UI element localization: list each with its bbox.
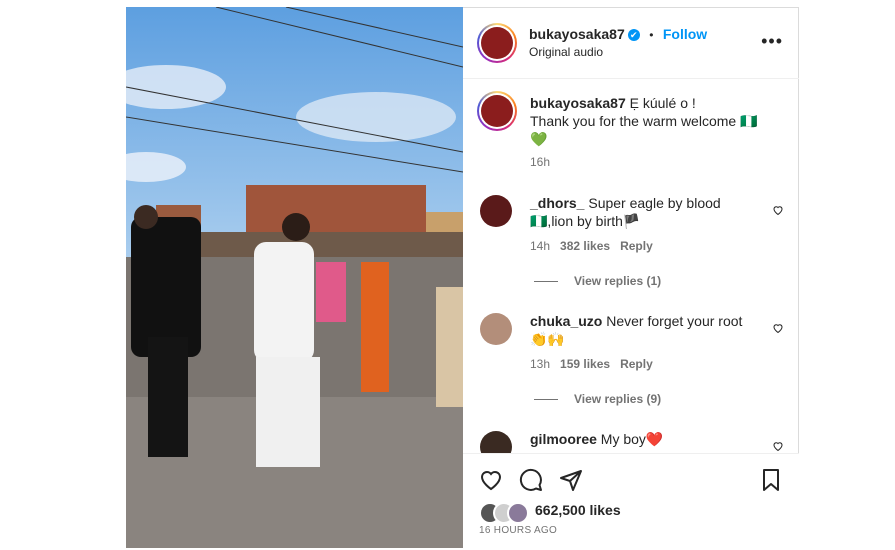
comment-likes[interactable]: 159 likes xyxy=(560,357,610,371)
caption-line-3: 💚 xyxy=(530,131,548,147)
post-actions-bar: 662,500 likes 16 HOURS AGO xyxy=(463,453,799,550)
comment-text: Never forget your root xyxy=(606,313,743,329)
likes-count[interactable]: 662,500 likes xyxy=(535,502,621,518)
comment-like-heart-icon[interactable] xyxy=(772,322,784,334)
caption-username[interactable]: bukayosaka87 xyxy=(530,95,626,111)
view-replies-button[interactable]: View replies (9) xyxy=(534,392,661,406)
view-replies-button[interactable]: View replies (1) xyxy=(534,274,661,288)
view-replies-label: View replies (1) xyxy=(574,274,662,288)
audio-label[interactable]: Original audio xyxy=(529,45,603,59)
comment-line-2: 🇳🇬,lion by birth🏴 xyxy=(530,213,641,229)
comment-meta: 14h 382 likes Reply xyxy=(530,239,653,253)
reply-button[interactable]: Reply xyxy=(620,357,653,371)
caption-time: 16h xyxy=(530,155,551,169)
caption-line-1: bukayosaka87 Ẹ kúulé o ! xyxy=(530,94,696,112)
view-replies-label: View replies (9) xyxy=(574,392,662,406)
comment-line-1: chuka_uzo Never forget your root xyxy=(530,312,742,330)
post-time-ago: 16 HOURS AGO xyxy=(479,525,558,536)
comment-text: Super eagle by blood xyxy=(588,195,721,211)
comment-time: 13h xyxy=(530,357,551,371)
comment-username[interactable]: _dhors_ xyxy=(530,195,584,211)
like-heart-icon[interactable] xyxy=(479,468,503,492)
comment-like-heart-icon[interactable] xyxy=(772,204,784,216)
comment-username[interactable]: chuka_uzo xyxy=(530,313,602,329)
post-details-panel: bukayosaka87 ✔ • Follow Original audio ••… xyxy=(463,7,799,550)
dot-separator: • xyxy=(649,28,654,42)
caption-text: Ẹ kúulé o ! xyxy=(629,95,696,111)
comment-line-1: _dhors_ Super eagle by blood xyxy=(530,194,721,212)
save-bookmark-icon[interactable] xyxy=(759,468,783,492)
liker-avatar[interactable] xyxy=(507,502,529,524)
video-frame-image xyxy=(126,7,463,548)
caption-line-2: Thank you for the warm welcome 🇳🇬 xyxy=(530,113,758,129)
comment-meta: 13h 159 likes Reply xyxy=(530,357,653,371)
author-avatar[interactable] xyxy=(477,23,517,63)
comment-avatar[interactable] xyxy=(480,195,512,227)
comment-line-2: 👏🙌 xyxy=(530,331,565,347)
share-send-icon[interactable] xyxy=(559,468,583,492)
post-header: bukayosaka87 ✔ • Follow Original audio ••… xyxy=(463,8,799,79)
post-video[interactable] xyxy=(126,7,463,548)
comment-likes[interactable]: 382 likes xyxy=(560,239,610,253)
comment-username[interactable]: gilmooree xyxy=(530,431,597,447)
follow-button[interactable]: Follow xyxy=(663,26,707,42)
comment-time: 14h xyxy=(530,239,551,253)
comment-avatar[interactable] xyxy=(480,313,512,345)
caption-avatar[interactable] xyxy=(477,91,517,131)
verified-icon: ✔ xyxy=(627,29,640,41)
comment-bubble-icon[interactable] xyxy=(519,468,543,492)
comment-text: My boy❤️ xyxy=(600,431,664,447)
comment-line-1: gilmooree My boy❤️ xyxy=(530,430,663,448)
comment-like-heart-icon[interactable] xyxy=(772,440,784,452)
author-username[interactable]: bukayosaka87 xyxy=(529,26,625,42)
more-options-icon[interactable]: ••• xyxy=(761,32,783,50)
reply-button[interactable]: Reply xyxy=(620,239,653,253)
